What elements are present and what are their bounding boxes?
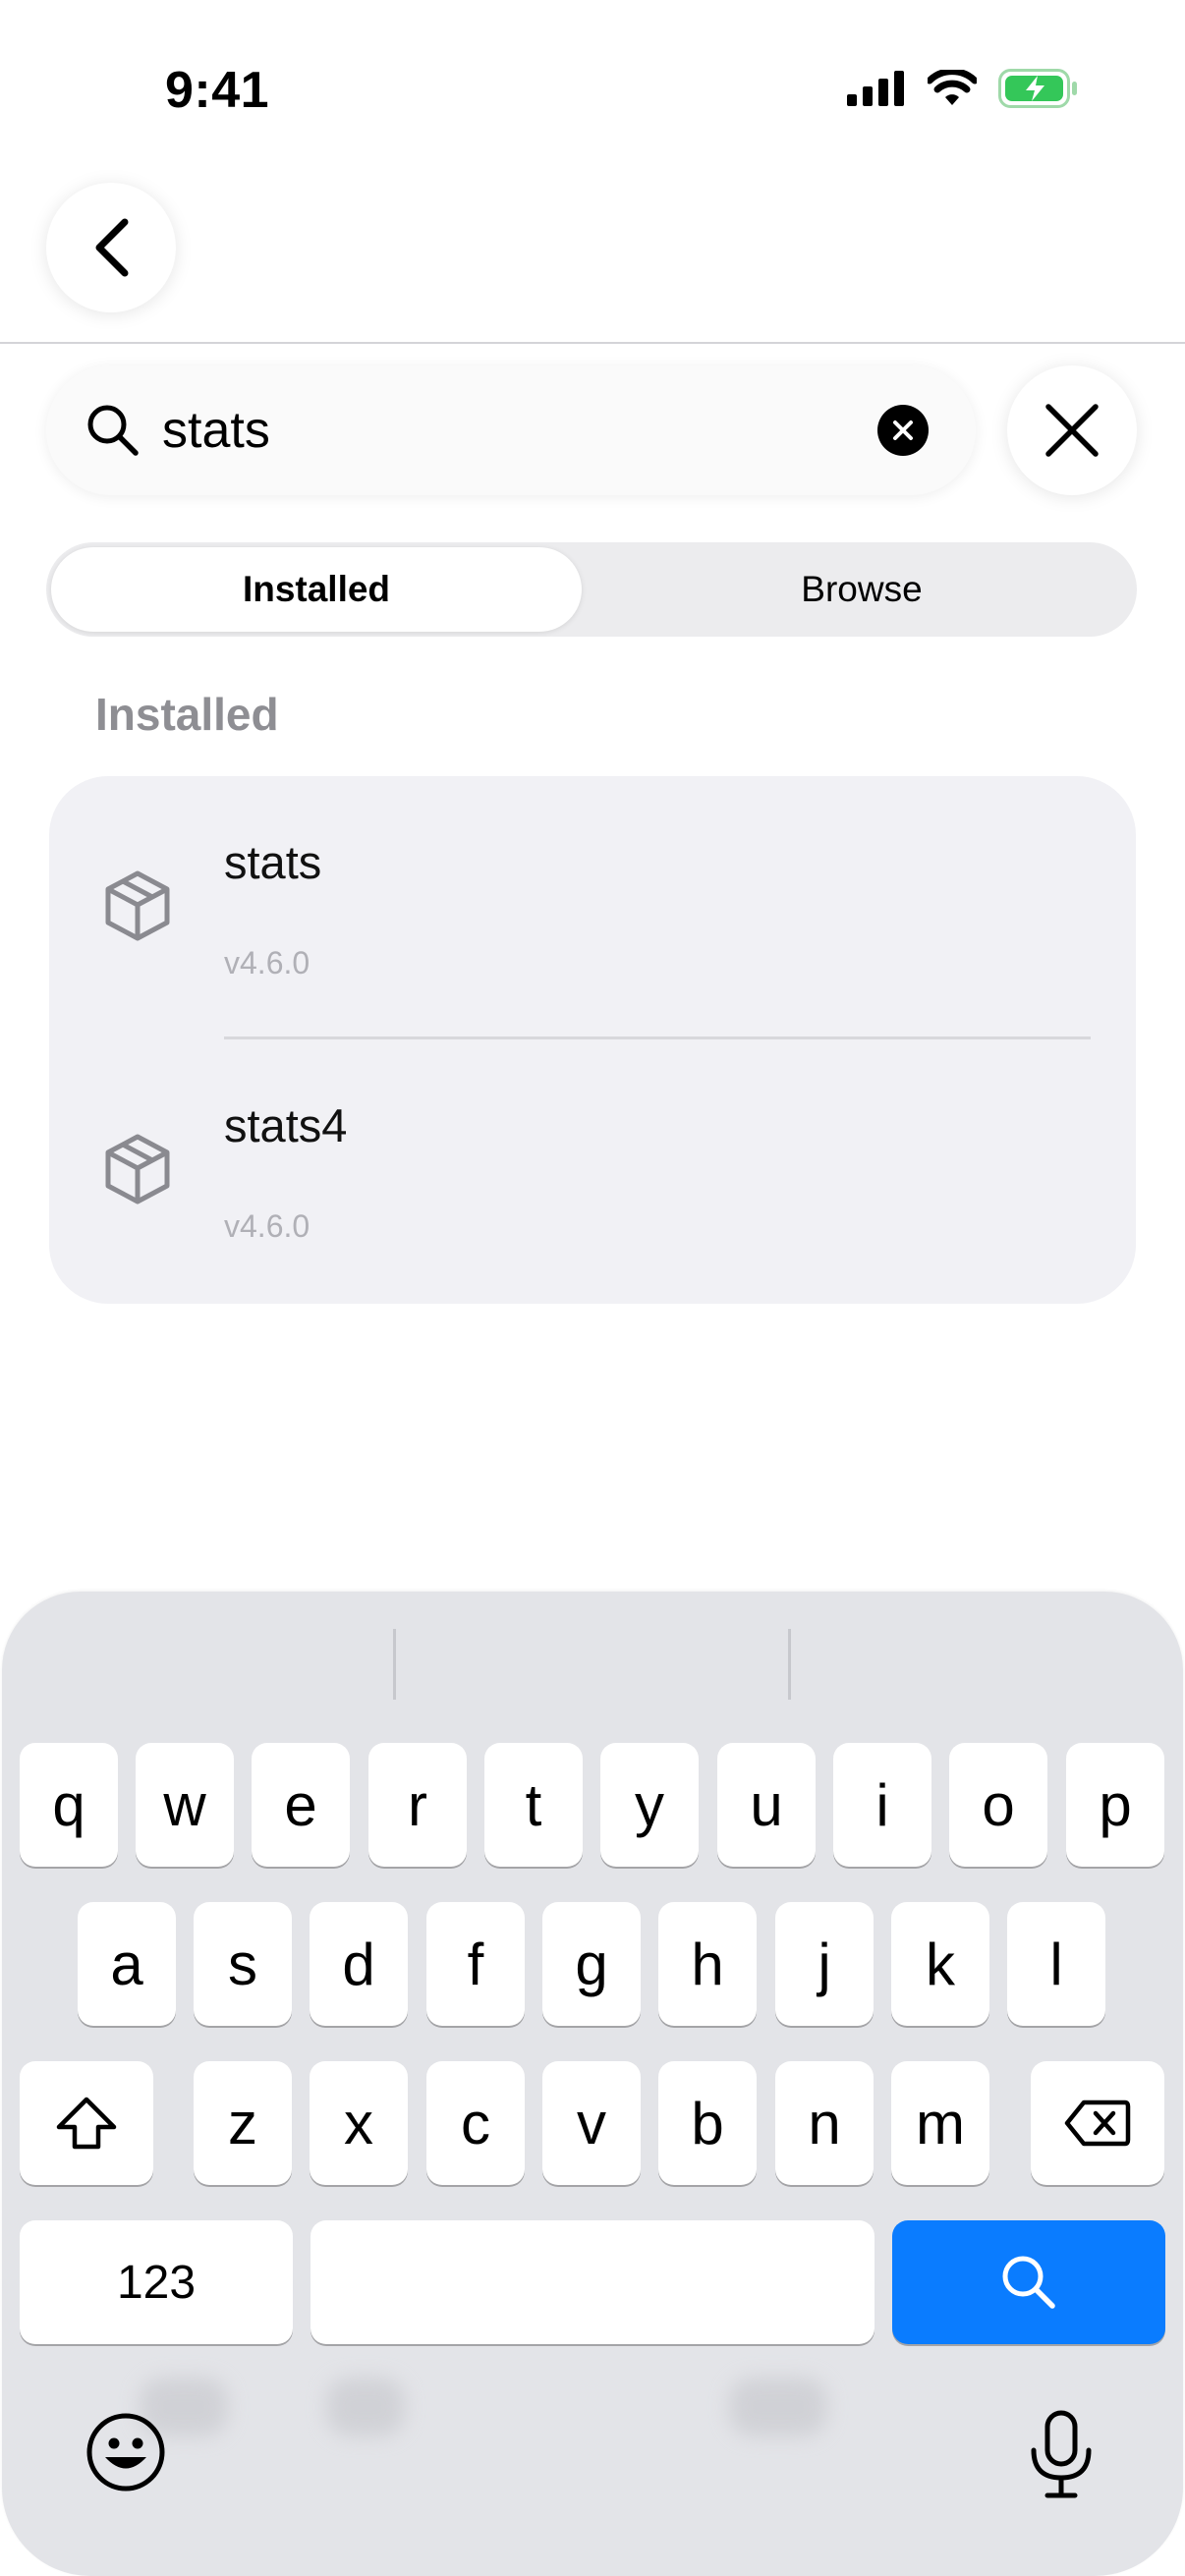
key-l[interactable]: l — [1007, 1902, 1105, 2026]
back-chevron-icon — [95, 218, 129, 277]
key-m[interactable]: m — [891, 2061, 989, 2185]
key-z[interactable]: z — [194, 2061, 292, 2185]
clear-icon — [893, 420, 913, 440]
section-title: Installed — [95, 689, 279, 740]
search-field[interactable] — [46, 365, 976, 495]
search-key[interactable] — [892, 2220, 1165, 2344]
key-t[interactable]: t — [484, 1743, 583, 1867]
numbers-key[interactable]: 123 — [20, 2220, 293, 2344]
key-u[interactable]: u — [717, 1743, 816, 1867]
key-k[interactable]: k — [891, 1902, 989, 2026]
list-item[interactable]: stats v4.6.0 — [49, 776, 1136, 1039]
shift-icon — [56, 2097, 117, 2150]
key-c[interactable]: c — [426, 2061, 525, 2185]
key-j[interactable]: j — [775, 1902, 874, 2026]
key-h[interactable]: h — [658, 1902, 757, 2026]
key-w[interactable]: w — [136, 1743, 234, 1867]
clear-search-button[interactable] — [877, 405, 929, 456]
shift-key[interactable] — [20, 2061, 153, 2185]
dictation-button[interactable] — [1024, 2409, 1099, 2506]
space-key[interactable] — [310, 2220, 875, 2344]
package-name: stats4 — [224, 1099, 348, 1151]
key-r[interactable]: r — [368, 1743, 467, 1867]
close-search-button[interactable] — [1007, 365, 1137, 495]
package-name: stats — [224, 836, 322, 888]
package-version: v4.6.0 — [224, 1208, 310, 1244]
package-icon — [105, 870, 170, 941]
segmented-control: Installed Browse — [46, 542, 1137, 637]
key-y[interactable]: y — [600, 1743, 699, 1867]
list-item[interactable]: stats4 v4.6.0 — [49, 1039, 1136, 1303]
microphone-icon — [1031, 2410, 1092, 2498]
key-b[interactable]: b — [658, 2061, 757, 2185]
signal-icon — [847, 71, 904, 106]
key-i[interactable]: i — [833, 1743, 931, 1867]
search-key-icon — [1002, 2256, 1055, 2309]
package-list: stats v4.6.0 stats4 v4.6.0 — [49, 776, 1136, 1304]
tab-installed[interactable]: Installed — [51, 547, 582, 632]
key-v[interactable]: v — [542, 2061, 641, 2185]
suggestion-separator — [393, 1629, 396, 1700]
search-icon — [87, 405, 139, 456]
key-s[interactable]: s — [194, 1902, 292, 2026]
status-time: 9:41 — [165, 62, 270, 119]
package-version: v4.6.0 — [224, 945, 310, 980]
key-n[interactable]: n — [775, 2061, 874, 2185]
key-o[interactable]: o — [949, 1743, 1047, 1867]
status-icons — [847, 69, 1079, 108]
delete-icon — [1064, 2100, 1131, 2147]
back-button[interactable] — [46, 183, 176, 312]
key-e[interactable]: e — [252, 1743, 350, 1867]
package-icon — [105, 1134, 170, 1204]
close-icon — [1045, 404, 1099, 457]
keyboard: q w e r t y u i o p a s d f g h j k l z … — [2, 1592, 1183, 2576]
key-p[interactable]: p — [1066, 1743, 1164, 1867]
key-q[interactable]: q — [20, 1743, 118, 1867]
key-a[interactable]: a — [78, 1902, 176, 2026]
tab-browse[interactable]: Browse — [592, 547, 1132, 632]
delete-key[interactable] — [1031, 2061, 1164, 2185]
key-f[interactable]: f — [426, 1902, 525, 2026]
wifi-icon — [928, 70, 977, 105]
emoji-icon — [86, 2413, 165, 2492]
key-x[interactable]: x — [310, 2061, 408, 2185]
search-input[interactable] — [162, 393, 909, 468]
blurred-background — [326, 2378, 405, 2436]
battery-icon — [998, 69, 1077, 108]
suggestion-separator — [788, 1629, 791, 1700]
blurred-background — [729, 2378, 827, 2436]
header-divider — [0, 342, 1185, 344]
emoji-button[interactable] — [85, 2411, 167, 2498]
key-d[interactable]: d — [310, 1902, 408, 2026]
key-g[interactable]: g — [542, 1902, 641, 2026]
